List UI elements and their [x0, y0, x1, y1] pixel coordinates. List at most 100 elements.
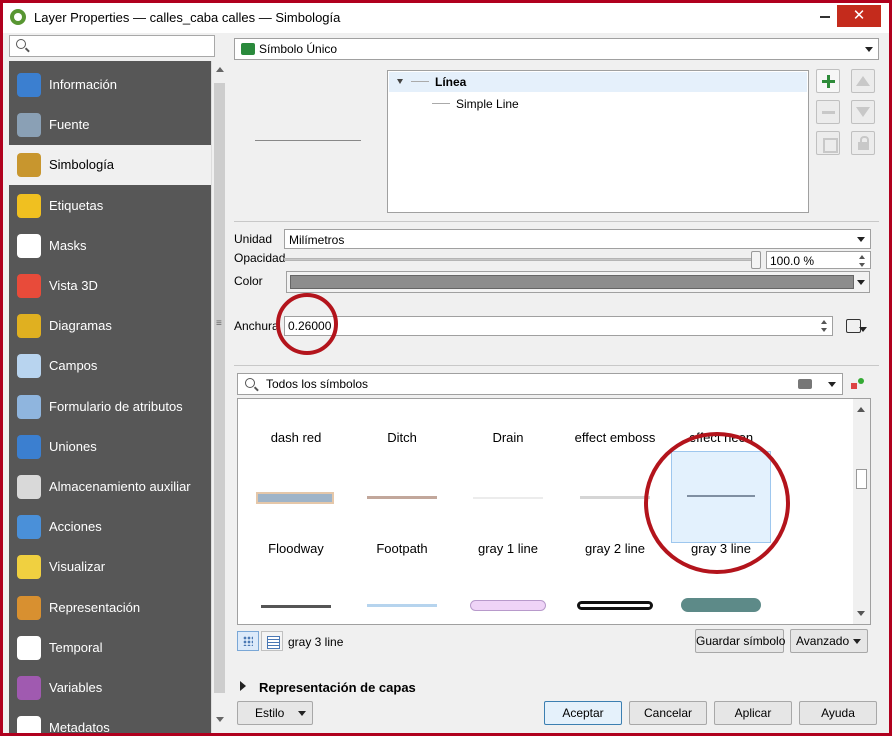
save-symbol-button[interactable]: Guardar símbolo	[695, 629, 785, 653]
symbol-swatch	[580, 496, 650, 499]
sidebar-item-9[interactable]: Formulario de atributos	[9, 387, 211, 427]
sidebar-item-4[interactable]: Etiquetas	[9, 186, 211, 226]
sidebar-item-11[interactable]: Almacenamiento auxiliar	[9, 467, 211, 507]
lock-layer-button[interactable]	[851, 131, 875, 155]
scroll-thumb[interactable]	[214, 83, 225, 693]
symbol-grid-scrollbar[interactable]	[853, 399, 870, 624]
symbol-swatch	[473, 497, 543, 499]
clear-icon[interactable]	[798, 379, 812, 389]
simple-line-icon	[432, 103, 450, 104]
chevron-down-icon[interactable]	[828, 382, 836, 387]
symbol-layers-tree[interactable]: Línea Simple Line	[387, 70, 809, 213]
sidebar-item-label: Representación	[49, 599, 141, 615]
diagram-icon	[17, 314, 41, 339]
add-layer-button[interactable]	[816, 69, 840, 93]
splitter-handle[interactable]: ≡	[216, 318, 222, 329]
sidebar-item-13[interactable]: Visualizar	[9, 547, 211, 587]
symbol-name: gray 2 line	[585, 541, 645, 556]
help-button[interactable]: Ayuda	[799, 701, 877, 725]
icon-view-button[interactable]	[237, 631, 259, 651]
chevron-down-icon	[857, 237, 865, 242]
opacity-slider-handle[interactable]	[751, 251, 761, 269]
sidebar-item-label: Almacenamiento auxiliar	[49, 479, 191, 494]
color-button[interactable]	[286, 271, 870, 293]
opacity-spinbox[interactable]: 100.0 %	[766, 251, 871, 269]
apply-button[interactable]: Aplicar	[714, 701, 792, 725]
advanced-label: Avanzado	[796, 634, 850, 648]
sidebar-item-10[interactable]: Uniones	[9, 427, 211, 467]
sidebar-item-2[interactable]: Fuente	[9, 105, 211, 145]
unit-select[interactable]: Milímetros	[284, 229, 871, 249]
scroll-down-icon[interactable]	[216, 717, 224, 722]
color-swatch	[290, 275, 854, 289]
ok-button[interactable]: Aceptar	[544, 701, 622, 725]
move-down-button[interactable]	[851, 100, 875, 124]
sidebar-item-15[interactable]: Temporal	[9, 628, 211, 668]
minimize-button[interactable]	[820, 16, 830, 18]
line-symbol-icon	[411, 81, 429, 82]
scroll-thumb[interactable]	[856, 469, 867, 489]
symbol-cell[interactable]: gray 1 line	[458, 515, 558, 623]
symbol-search-input[interactable]: Todos los símbolos	[237, 373, 843, 395]
database-icon	[17, 475, 41, 499]
tree-root-label[interactable]: Línea	[435, 75, 466, 89]
symbol-cell[interactable]: Drain	[458, 403, 558, 511]
symbol-name: Footpath	[376, 541, 428, 556]
move-up-button[interactable]	[851, 69, 875, 93]
symbol-cell[interactable]: dash red	[246, 403, 346, 511]
symbol-cell[interactable]: Footpath	[352, 515, 452, 623]
sidebar-item-14[interactable]: Representación	[9, 588, 211, 628]
symbol-cell[interactable]: Ditch	[352, 403, 452, 511]
advanced-button[interactable]: Avanzado	[790, 629, 868, 653]
actions-gear-icon	[17, 515, 41, 540]
epsilon-icon	[17, 676, 41, 700]
sidebar-search-input[interactable]	[9, 35, 215, 57]
cancel-button[interactable]: Cancelar	[629, 701, 707, 725]
opacity-label: Opacidad	[234, 251, 286, 265]
single-symbol-icon	[241, 43, 255, 55]
style-button[interactable]: Estilo	[237, 701, 313, 725]
layer-properties-window: Layer Properties — calles_caba calles — …	[3, 3, 889, 733]
symbol-swatch	[470, 600, 546, 611]
sidebar-item-12[interactable]: Acciones	[9, 507, 211, 547]
sidebar-item-label: Metadatos	[49, 720, 110, 733]
sidebar-item-label: Vista 3D	[49, 278, 98, 293]
sidebar-item-label: Información	[49, 77, 117, 92]
sidebar-item-3[interactable]: Simbología	[9, 145, 211, 186]
remove-layer-button[interactable]	[816, 100, 840, 124]
paint-brush-icon	[17, 153, 41, 178]
sidebar-item-5[interactable]: Masks	[9, 226, 211, 266]
scroll-up-icon[interactable]	[857, 407, 865, 412]
chevron-down-icon	[865, 47, 873, 52]
sidebar-item-8[interactable]: Campos	[9, 346, 211, 386]
symbol-name: Ditch	[387, 430, 417, 445]
tree-child-label[interactable]: Simple Line	[456, 97, 519, 111]
sidebar-item-17[interactable]: Metadatos	[9, 708, 211, 733]
sidebar-item-label: Acciones	[49, 519, 102, 535]
symbol-swatch	[681, 598, 761, 612]
sidebar-item-6[interactable]: Vista 3D	[9, 266, 211, 306]
scroll-up-icon[interactable]	[216, 67, 224, 72]
data-defined-override-button[interactable]	[843, 315, 867, 337]
sidebar-scrollbar[interactable]	[211, 61, 227, 733]
sidebar-item-1[interactable]: Información	[9, 65, 211, 105]
style-manager-icon[interactable]	[849, 375, 867, 393]
symbol-cell[interactable]: Floodway	[246, 515, 346, 623]
metadata-pencil-icon	[17, 716, 41, 733]
symbol-name: effect emboss	[574, 430, 656, 445]
close-button[interactable]: ✕	[837, 5, 881, 27]
fields-table-icon	[17, 354, 41, 379]
scroll-down-icon[interactable]	[857, 611, 865, 616]
duplicate-layer-button[interactable]	[816, 131, 840, 155]
chevron-down-icon	[857, 280, 865, 285]
expand-arrow-icon[interactable]	[240, 681, 246, 691]
width-spinbox[interactable]: 0.26000	[284, 316, 833, 336]
renderer-select[interactable]: Símbolo Único	[234, 38, 879, 60]
sidebar-item-label: Masks	[49, 237, 87, 253]
collapse-arrow-icon[interactable]	[397, 79, 403, 84]
unit-label: Unidad	[234, 232, 273, 246]
list-view-button[interactable]	[261, 631, 283, 651]
sidebar-item-16[interactable]: Variables	[9, 668, 211, 708]
sidebar-item-7[interactable]: Diagramas	[9, 306, 211, 346]
opacity-slider-track[interactable]	[284, 258, 760, 261]
